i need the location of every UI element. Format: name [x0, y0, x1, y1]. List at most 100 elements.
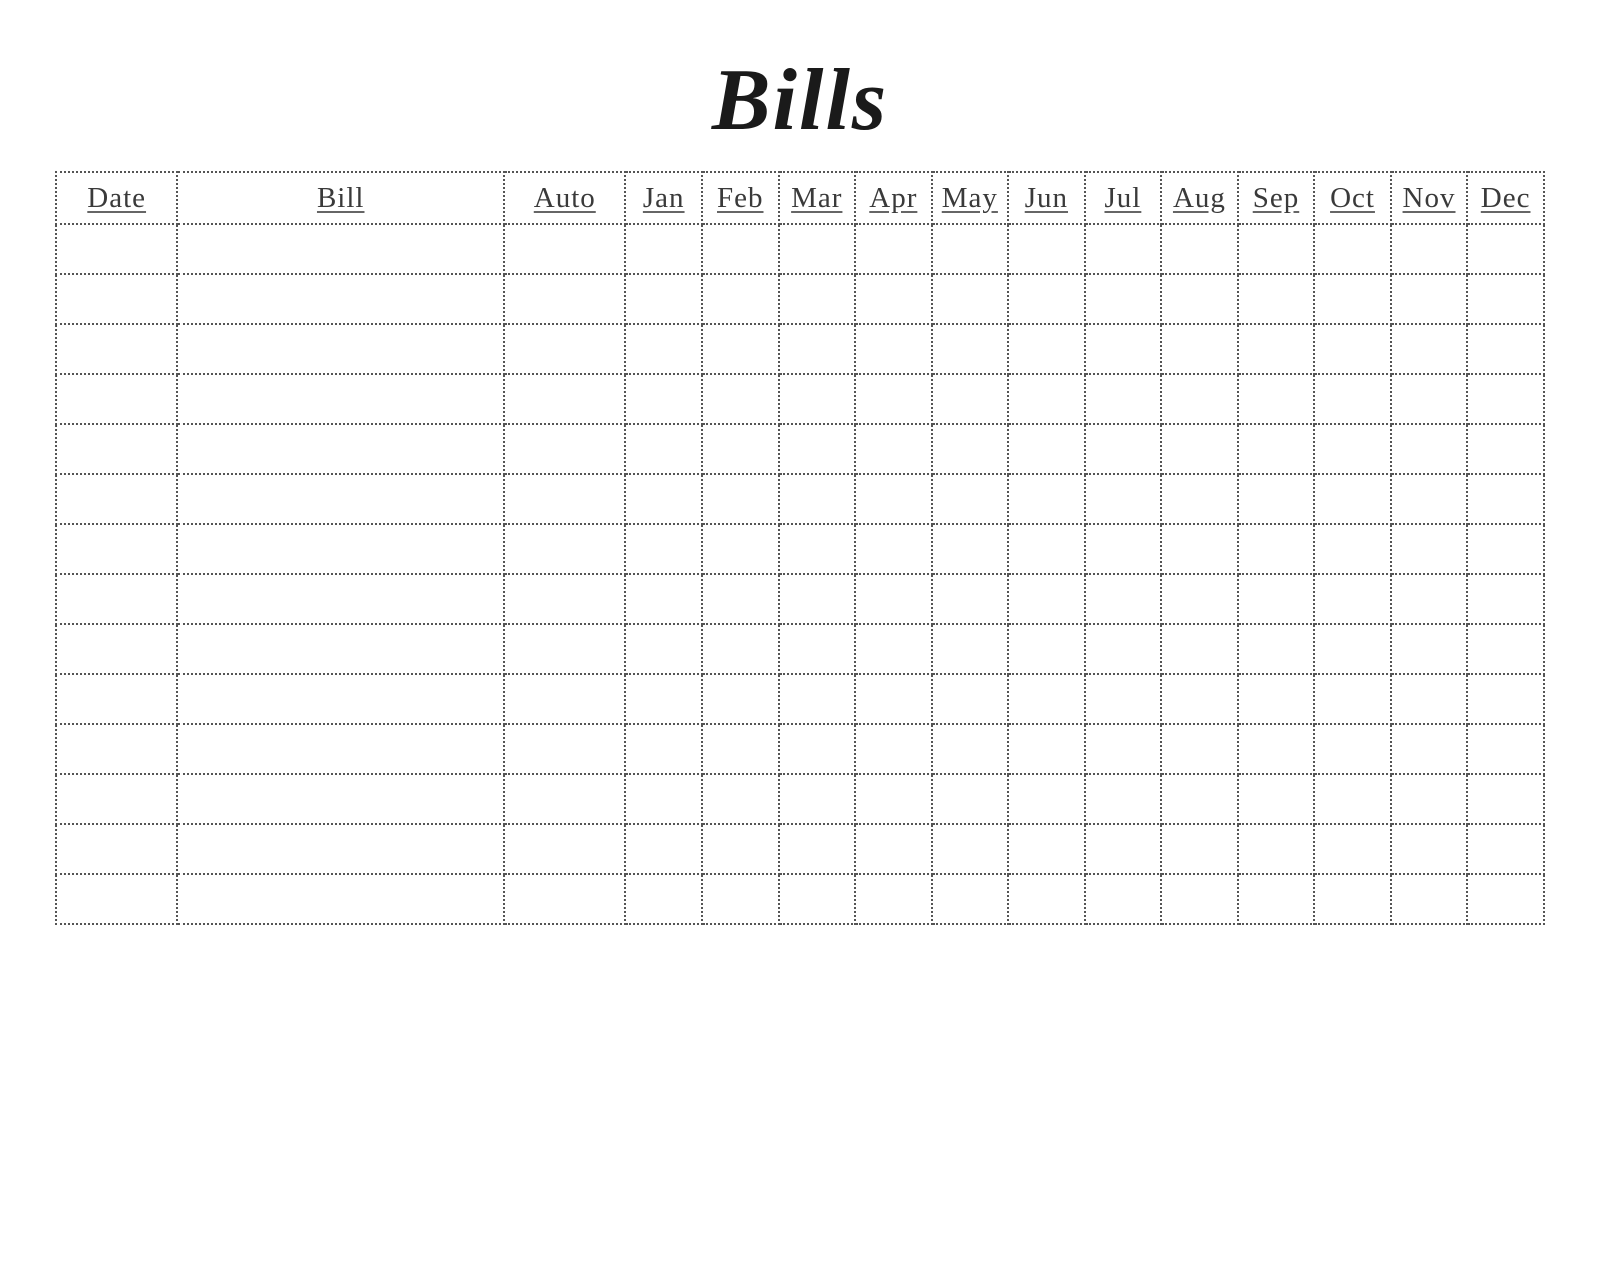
table-cell[interactable]: [855, 224, 932, 274]
table-cell[interactable]: [779, 624, 856, 674]
table-cell[interactable]: [625, 424, 702, 474]
table-cell[interactable]: [1391, 574, 1468, 624]
table-cell[interactable]: [56, 374, 177, 424]
table-cell[interactable]: [1314, 424, 1391, 474]
table-cell[interactable]: [702, 374, 779, 424]
table-cell[interactable]: [625, 224, 702, 274]
table-cell[interactable]: [625, 524, 702, 574]
table-cell[interactable]: [702, 524, 779, 574]
table-cell[interactable]: [1008, 824, 1085, 874]
table-cell[interactable]: [1314, 524, 1391, 574]
table-cell[interactable]: [855, 774, 932, 824]
table-cell[interactable]: [56, 574, 177, 624]
table-cell[interactable]: [625, 874, 702, 924]
table-cell[interactable]: [625, 674, 702, 724]
table-cell[interactable]: [855, 824, 932, 874]
table-cell[interactable]: [504, 774, 625, 824]
table-cell[interactable]: [1391, 224, 1468, 274]
table-cell[interactable]: [1314, 774, 1391, 824]
table-cell[interactable]: [932, 324, 1009, 374]
table-cell[interactable]: [625, 574, 702, 624]
table-cell[interactable]: [932, 874, 1009, 924]
table-cell[interactable]: [177, 474, 504, 524]
table-cell[interactable]: [1161, 474, 1238, 524]
table-cell[interactable]: [932, 424, 1009, 474]
table-cell[interactable]: [1161, 774, 1238, 824]
table-cell[interactable]: [1085, 874, 1162, 924]
table-cell[interactable]: [1085, 774, 1162, 824]
table-cell[interactable]: [779, 324, 856, 374]
table-cell[interactable]: [625, 724, 702, 774]
table-cell[interactable]: [1391, 424, 1468, 474]
table-cell[interactable]: [779, 824, 856, 874]
table-cell[interactable]: [1238, 424, 1315, 474]
table-cell[interactable]: [932, 274, 1009, 324]
table-cell[interactable]: [702, 574, 779, 624]
table-cell[interactable]: [177, 574, 504, 624]
table-cell[interactable]: [1085, 724, 1162, 774]
table-cell[interactable]: [1008, 374, 1085, 424]
table-cell[interactable]: [1467, 474, 1544, 524]
table-cell[interactable]: [1008, 624, 1085, 674]
table-cell[interactable]: [1085, 424, 1162, 474]
table-cell[interactable]: [1238, 374, 1315, 424]
table-cell[interactable]: [1467, 524, 1544, 574]
table-cell[interactable]: [779, 674, 856, 724]
table-cell[interactable]: [1161, 624, 1238, 674]
table-cell[interactable]: [702, 274, 779, 324]
table-cell[interactable]: [56, 724, 177, 774]
table-cell[interactable]: [1467, 874, 1544, 924]
table-cell[interactable]: [1314, 474, 1391, 524]
table-cell[interactable]: [56, 674, 177, 724]
table-cell[interactable]: [625, 474, 702, 524]
table-cell[interactable]: [1085, 824, 1162, 874]
table-cell[interactable]: [625, 624, 702, 674]
table-cell[interactable]: [504, 874, 625, 924]
table-cell[interactable]: [56, 424, 177, 474]
table-cell[interactable]: [1467, 324, 1544, 374]
table-cell[interactable]: [1085, 224, 1162, 274]
table-cell[interactable]: [504, 324, 625, 374]
table-cell[interactable]: [1314, 624, 1391, 674]
table-cell[interactable]: [1008, 324, 1085, 374]
table-cell[interactable]: [1391, 274, 1468, 324]
table-cell[interactable]: [1085, 374, 1162, 424]
table-cell[interactable]: [779, 774, 856, 824]
table-cell[interactable]: [504, 424, 625, 474]
table-cell[interactable]: [779, 424, 856, 474]
table-cell[interactable]: [1467, 274, 1544, 324]
table-cell[interactable]: [1238, 474, 1315, 524]
table-cell[interactable]: [1391, 874, 1468, 924]
table-cell[interactable]: [779, 874, 856, 924]
table-cell[interactable]: [1008, 524, 1085, 574]
table-cell[interactable]: [1085, 674, 1162, 724]
table-cell[interactable]: [56, 224, 177, 274]
table-cell[interactable]: [177, 674, 504, 724]
table-cell[interactable]: [177, 624, 504, 674]
table-cell[interactable]: [779, 274, 856, 324]
table-cell[interactable]: [1467, 624, 1544, 674]
table-cell[interactable]: [177, 874, 504, 924]
table-cell[interactable]: [504, 824, 625, 874]
table-cell[interactable]: [1314, 674, 1391, 724]
table-cell[interactable]: [1314, 824, 1391, 874]
table-cell[interactable]: [1161, 724, 1238, 774]
table-cell[interactable]: [625, 774, 702, 824]
table-cell[interactable]: [1085, 324, 1162, 374]
table-cell[interactable]: [1085, 574, 1162, 624]
table-cell[interactable]: [1391, 474, 1468, 524]
table-cell[interactable]: [932, 474, 1009, 524]
table-cell[interactable]: [779, 574, 856, 624]
table-cell[interactable]: [1008, 774, 1085, 824]
table-cell[interactable]: [1467, 574, 1544, 624]
table-cell[interactable]: [177, 524, 504, 574]
table-cell[interactable]: [1467, 224, 1544, 274]
table-cell[interactable]: [504, 374, 625, 424]
table-cell[interactable]: [1085, 474, 1162, 524]
table-cell[interactable]: [932, 674, 1009, 724]
table-cell[interactable]: [1085, 274, 1162, 324]
table-cell[interactable]: [702, 824, 779, 874]
table-cell[interactable]: [56, 774, 177, 824]
table-cell[interactable]: [504, 474, 625, 524]
table-cell[interactable]: [1161, 824, 1238, 874]
